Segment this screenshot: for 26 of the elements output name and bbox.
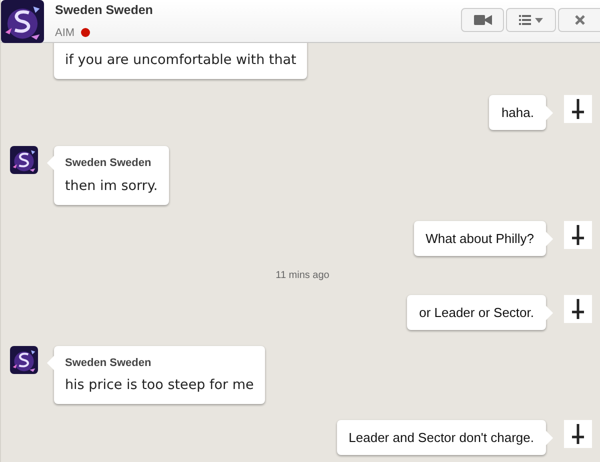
caret-icon — [535, 18, 543, 22]
dagger-avatar — [564, 220, 592, 248]
close-button[interactable] — [558, 8, 600, 32]
message-text: haha. — [501, 105, 534, 120]
service-label: AIM — [55, 26, 75, 41]
sender-name: Sweden Sweden — [65, 356, 152, 370]
close-icon — [574, 15, 584, 25]
video-camera-icon — [474, 15, 492, 25]
avatar — [10, 346, 38, 374]
video-call-button[interactable] — [461, 8, 504, 32]
message-text: Leader and Sector don't charge. — [348, 430, 534, 445]
avatar — [1, 0, 44, 42]
dagger-avatar — [564, 294, 592, 322]
message-text: or Leader or Sector. — [419, 304, 534, 320]
timestamp: 11 mins ago — [276, 268, 330, 282]
menu-button[interactable] — [506, 8, 556, 32]
list-icon — [519, 15, 531, 25]
message-text: What about Philly? — [426, 230, 534, 246]
dagger-avatar — [564, 95, 592, 123]
sender-name: Sweden Sweden — [65, 156, 152, 171]
avatar — [10, 146, 38, 174]
dagger-avatar — [564, 420, 592, 448]
message-text: if you are uncomfortable with that — [65, 52, 296, 69]
message-text: then im sorry. — [65, 178, 158, 194]
contact-name: Sweden Sweden — [55, 2, 153, 19]
message-text: his price is too steep for me — [65, 377, 254, 394]
